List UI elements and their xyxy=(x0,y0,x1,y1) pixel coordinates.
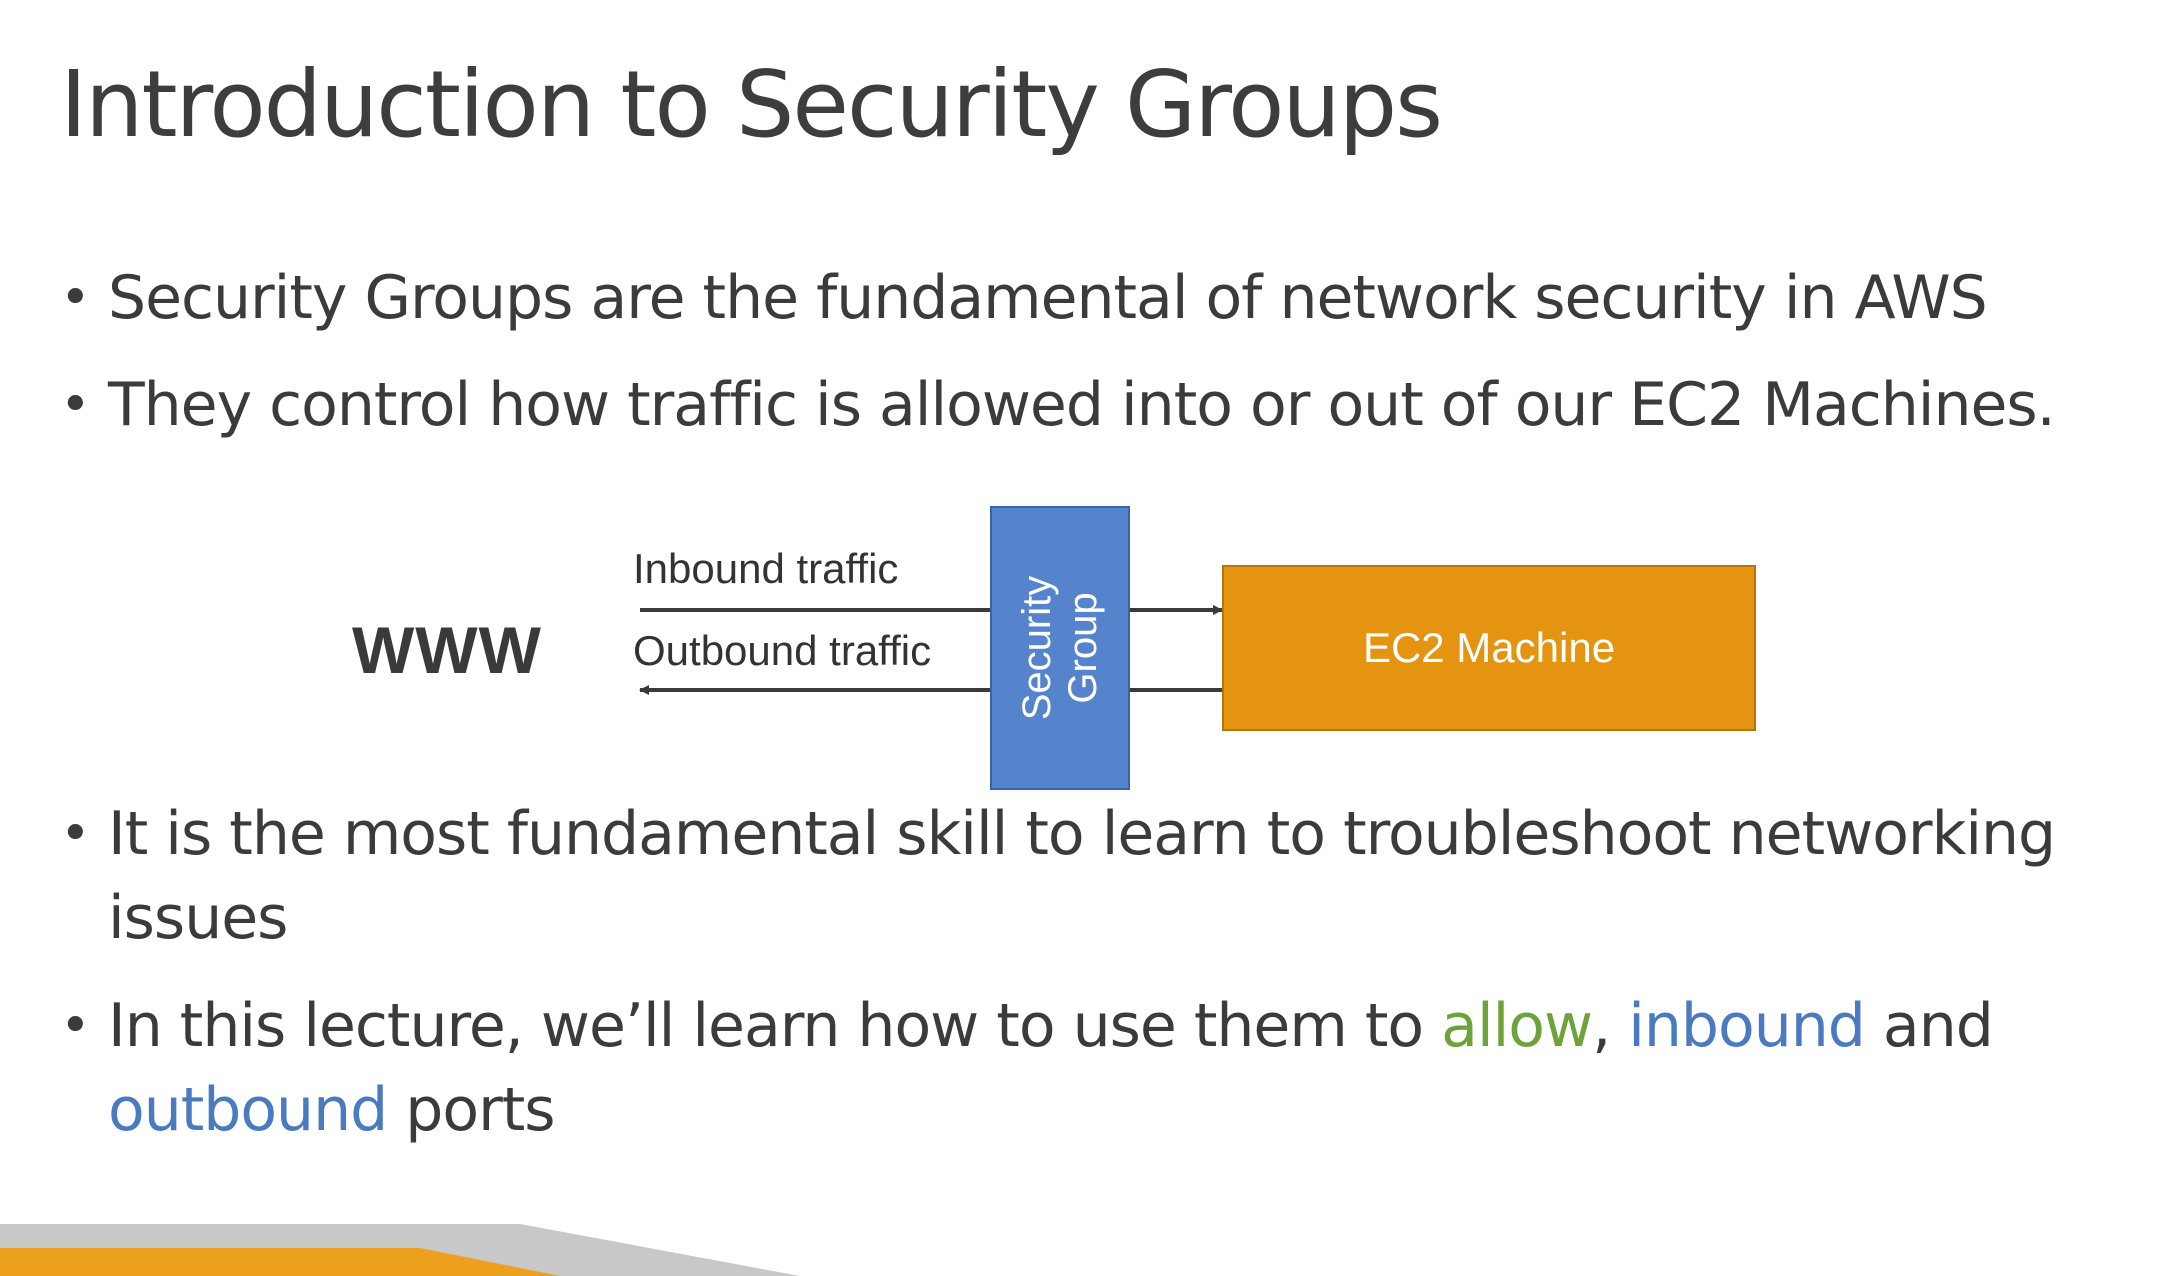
outbound-traffic-label: Outbound traffic xyxy=(633,627,932,674)
bullet-item: • In this lecture, we’ll learn how to us… xyxy=(60,984,2140,1152)
www-label: WWW xyxy=(352,613,542,687)
highlight-allow: allow xyxy=(1441,991,1593,1061)
bullet-marker: • xyxy=(60,375,91,435)
ports-text: ports xyxy=(387,1075,555,1145)
security-group-box: Security Group xyxy=(990,506,1130,790)
ec2-machine-label: EC2 Machine xyxy=(1362,624,1616,671)
bullet-marker: • xyxy=(60,996,91,1056)
bullet-marker: • xyxy=(60,268,91,328)
ec2-machine-box: EC2 Machine xyxy=(1222,565,1756,731)
slide-title: Introduction to Security Groups xyxy=(60,51,1443,158)
bullet-text: They control how traffic is allowed into… xyxy=(108,370,2056,440)
and-text: and xyxy=(1864,991,1994,1061)
footer-decoration xyxy=(0,1224,800,1276)
bullet-marker: • xyxy=(60,804,91,864)
security-group-label-line2: Group xyxy=(1061,592,1105,704)
bullet-item: • They control how traffic is allowed in… xyxy=(60,363,2140,447)
inbound-traffic-label: Inbound traffic xyxy=(633,545,899,592)
security-group-label: Security Group xyxy=(1014,576,1106,721)
bullet-text: In this lecture, we’ll learn how to use … xyxy=(108,984,2140,1152)
bullet-item: • Security Groups are the fundamental of… xyxy=(60,256,2140,340)
bullet-item: • It is the most fundamental skill to le… xyxy=(60,792,2140,960)
comma-text: , xyxy=(1592,991,1629,1061)
highlight-inbound: inbound xyxy=(1628,991,1866,1061)
highlight-outbound: outbound xyxy=(108,1075,388,1145)
bullet-text: Security Groups are the fundamental of n… xyxy=(108,263,1988,333)
bullet-text: It is the most fundamental skill to lear… xyxy=(108,799,2056,953)
bullet-intro-text: In this lecture, we’ll learn how to use … xyxy=(108,991,1442,1061)
security-group-label-line1: Security xyxy=(1015,575,1059,721)
